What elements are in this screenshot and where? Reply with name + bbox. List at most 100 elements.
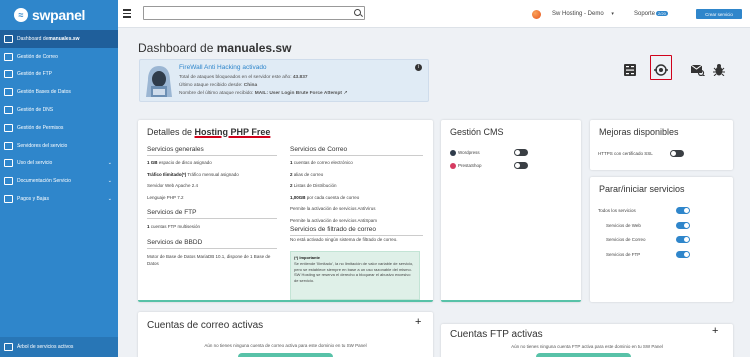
main-content: Dashboard de manuales.sw FireWall Anti H… xyxy=(118,28,750,357)
toggle-switch[interactable] xyxy=(514,149,528,156)
support-badge: 2/20 xyxy=(656,11,668,16)
bbdd-services-heading: Servicios de BBDD xyxy=(147,239,203,246)
sidebar-item-label: Uso del servicio xyxy=(17,160,53,167)
toggle-switch[interactable] xyxy=(676,207,690,214)
chevron-down-icon: ⌄ xyxy=(107,196,112,203)
topbar: Sw Hosting - Demo ▾ Soporte 2/20 Crear se… xyxy=(118,0,750,28)
sidebar-item-permissions[interactable]: Gestión de Permisos xyxy=(0,119,118,137)
external-link-icon[interactable]: ↗ xyxy=(343,91,347,96)
mail-services-heading: Servicios de Correo xyxy=(290,146,348,153)
bug-icon[interactable] xyxy=(712,64,726,76)
firewall-last-attack-name: Nombre del último ataque recibido: MAIL:… xyxy=(179,91,348,96)
service-details-card: Detalles de Hosting PHP Free Servicios g… xyxy=(138,120,433,302)
mail-accounts-heading: Cuentas de correo activas xyxy=(147,320,264,331)
databases-icon xyxy=(4,88,13,97)
sidebar-item-label: Gestión de DNS xyxy=(17,107,54,114)
sidebar-item-usage[interactable]: Uso del servicio ⌄ xyxy=(0,155,118,173)
feature-item: 1 cuentas FTP multisesión xyxy=(147,224,200,229)
app-name: swpanel xyxy=(32,7,86,23)
sidebar-item-dashboard[interactable]: Dashboard de manuales.sw xyxy=(0,30,118,48)
create-service-button[interactable]: Crear servicio xyxy=(696,9,742,19)
plan-name: Hosting PHP Free xyxy=(194,127,271,137)
feature-item: Permite la activación de servicios AntiV… xyxy=(290,206,376,211)
sidebar-item-label: Gestión de Correo xyxy=(17,53,58,60)
chevron-down-icon: ⌄ xyxy=(107,178,112,185)
toggle-label: Todos los servicios xyxy=(598,208,636,213)
mail-accounts-action[interactable] xyxy=(238,353,333,357)
web-icon[interactable] xyxy=(654,64,668,76)
account-name: Sw Hosting - Demo xyxy=(552,11,604,17)
mail-filter-heading: Servicios de filtrado de correo xyxy=(290,226,376,233)
account-logo-icon xyxy=(532,10,541,19)
feature-item: Tráfico Ilimitado(*) Tráfico mensual asi… xyxy=(147,171,239,177)
dns-icon xyxy=(4,106,13,115)
firewall-total-attacks: Total de ataques bloqueados en el servid… xyxy=(179,75,308,80)
service-details-heading: Detalles de Hosting PHP Free xyxy=(147,127,271,137)
feature-item: Lenguaje PHP 7.2 xyxy=(147,194,184,200)
sidebar-item-dns[interactable]: Gestión de DNS xyxy=(0,101,118,119)
feature-item: 1 GB espacio de disco asignado xyxy=(147,160,212,165)
hacker-icon xyxy=(146,66,172,97)
sidebar-item-label: Dashboard de xyxy=(17,35,49,42)
sidebar: ≈ swpanel Dashboard de manuales.sw Gestió… xyxy=(0,0,118,357)
feature-item: Datos xyxy=(147,261,159,266)
account-selector[interactable]: Sw Hosting - Demo ▾ xyxy=(552,11,614,17)
sidebar-item-label: Gestión de Permisos xyxy=(17,124,64,131)
feature-item: Motor de Base de Datos MariaDB 10.1, dis… xyxy=(147,254,271,259)
dashboard-icon xyxy=(4,34,13,43)
sidebar-item-servers[interactable]: Servidores del servicio xyxy=(0,137,118,155)
ftp-icon xyxy=(4,70,13,79)
support-label: Soporte xyxy=(634,11,656,17)
add-ftp-account-button[interactable]: + xyxy=(712,325,718,337)
firewall-last-attack-origin: Último ataque recibido desde: China xyxy=(179,83,258,88)
add-mail-account-button[interactable]: + xyxy=(415,316,421,328)
firewall-title: FireWall Anti Hacking activado xyxy=(179,64,267,71)
feature-item: 2 alias de correo xyxy=(290,171,324,177)
sidebar-item-payments[interactable]: Pagos y Bajas ⌄ xyxy=(0,190,118,208)
ftp-accounts-card: Cuentas FTP activas + Aún no tienes ning… xyxy=(441,324,733,357)
feature-item: 1,00GB por cada cuenta de correo xyxy=(290,194,360,200)
sidebar-item-databases[interactable]: Gestión Bases de Datos xyxy=(0,83,118,101)
search-icon[interactable] xyxy=(354,9,361,16)
wordpress-icon xyxy=(450,149,456,156)
toggle-label: Servicios de FTP xyxy=(606,251,641,257)
info-icon[interactable]: i xyxy=(415,64,422,71)
sidebar-item-mail[interactable]: Gestión de Correo xyxy=(0,48,118,66)
mail-accounts-empty: Aún no tienes ninguna cuenta de correo a… xyxy=(204,343,367,348)
toggle-switch[interactable] xyxy=(676,221,690,229)
calculator-icon[interactable] xyxy=(623,64,637,76)
hamburger-menu-icon[interactable] xyxy=(123,9,131,20)
page-title-domain: manuales.sw xyxy=(216,41,292,55)
toggle-label: Wordpress xyxy=(458,150,480,155)
toggle-label: Servicios de Web xyxy=(606,222,641,228)
feature-item: 2 Listas de Distribución xyxy=(290,183,337,188)
toggle-switch[interactable] xyxy=(676,250,690,258)
search-field[interactable] xyxy=(143,6,365,25)
important-note-text: Se entiende 'Ilimitado', la no limitació… xyxy=(294,260,414,284)
mail-scan-icon[interactable] xyxy=(691,64,705,76)
cms-card: Gestión CMS Wordpress PrestaShop xyxy=(441,120,581,302)
sidebar-item-label: Documentación Servicio xyxy=(17,178,71,185)
toggle-label: HTTPS con certificado SSL xyxy=(598,151,653,156)
feature-item: Permite la activación de servicios AntiS… xyxy=(290,217,378,223)
search-input[interactable] xyxy=(144,13,364,25)
sidebar-item-documentation[interactable]: Documentación Servicio ⌄ xyxy=(0,172,118,190)
page-title: Dashboard de manuales.sw xyxy=(138,41,291,55)
toggle-switch[interactable] xyxy=(670,150,684,157)
toggle-switch[interactable] xyxy=(676,236,690,243)
ftp-accounts-action[interactable] xyxy=(536,353,631,357)
toggle-label: PrestaShop xyxy=(458,163,482,168)
prestashop-icon xyxy=(450,162,456,169)
mail-icon xyxy=(4,52,13,61)
general-services-heading: Servicios generales xyxy=(147,146,204,153)
feature-item: Servidor Web Apache 2.4 xyxy=(147,183,198,188)
cms-heading: Gestión CMS xyxy=(450,127,504,137)
upgrades-card: Mejoras disponibles HTTPS con certificad… xyxy=(590,120,733,170)
sidebar-item-ftp[interactable]: Gestión de FTP xyxy=(0,66,118,84)
sidebar-item-label: Servidores del servicio xyxy=(17,142,68,149)
logo[interactable]: ≈ swpanel xyxy=(0,0,118,30)
tree-icon xyxy=(4,343,13,351)
sidebar-bottom-active-services-tree[interactable]: Árbol de servicios activos xyxy=(0,337,118,357)
toggle-switch[interactable] xyxy=(514,162,528,169)
support-link[interactable]: Soporte 2/20 xyxy=(634,11,668,17)
